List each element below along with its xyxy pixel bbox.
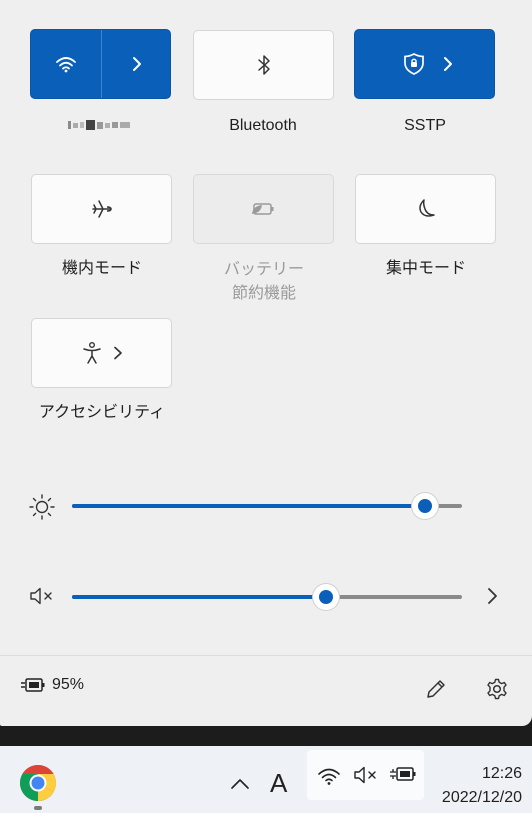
vpn-label: SSTP — [404, 117, 446, 134]
airplane-icon — [91, 200, 112, 218]
footer-divider — [0, 655, 532, 656]
quick-settings-panel: Bluetooth SSTP 機内モード バッテリー 節約機能 集中モード アク… — [0, 0, 532, 726]
bluetooth-tile[interactable] — [193, 30, 334, 100]
focus-mode-tile[interactable] — [355, 174, 496, 244]
ime-indicator[interactable]: A — [270, 768, 287, 799]
accessibility-expand-button[interactable] — [108, 319, 128, 387]
vpn-expand-button[interactable] — [433, 30, 463, 98]
wifi-network-name-obscured — [68, 120, 130, 130]
accessibility-label: アクセシビリティ — [38, 404, 166, 421]
clock-time: 12:26 — [481, 765, 522, 782]
chevron-right-icon — [444, 57, 452, 71]
volume-slider-fill — [72, 595, 326, 599]
brightness-slider-thumb[interactable] — [412, 493, 438, 519]
speaker-muted-icon — [30, 587, 52, 605]
accessibility-toggle[interactable] — [72, 319, 112, 387]
chevron-right-icon[interactable] — [485, 587, 499, 605]
chrome-taskbar-button[interactable] — [14, 760, 62, 810]
system-tray-group[interactable] — [307, 750, 424, 800]
wifi-icon — [318, 768, 340, 785]
speaker-muted-icon — [354, 766, 376, 784]
accessibility-tile[interactable] — [31, 318, 172, 388]
volume-slider[interactable] — [72, 584, 462, 610]
taskbar: A 12:26 2022/12/20 — [0, 746, 532, 813]
running-indicator — [34, 806, 42, 810]
vpn-shield-icon — [404, 53, 424, 75]
moon-icon — [418, 199, 435, 217]
accessibility-icon — [83, 342, 101, 364]
airplane-mode-tile[interactable] — [31, 174, 172, 244]
battery-status[interactable]: 95% — [20, 676, 84, 694]
brightness-slider-fill — [72, 504, 425, 508]
battery-saver-tile — [193, 174, 334, 244]
bluetooth-label: Bluetooth — [229, 117, 297, 134]
chevron-right-icon — [133, 57, 141, 71]
battery-charging-icon — [21, 678, 45, 692]
vpn-tile[interactable] — [354, 29, 495, 99]
gear-icon[interactable] — [485, 677, 509, 701]
clock-date: 2022/12/20 — [441, 789, 522, 806]
clock[interactable]: 12:26 2022/12/20 — [426, 762, 530, 810]
chevron-up-icon[interactable] — [230, 777, 250, 791]
bluetooth-icon — [257, 55, 270, 75]
wifi-icon — [56, 57, 76, 73]
chrome-icon — [19, 764, 57, 802]
volume-slider-thumb[interactable] — [313, 584, 339, 610]
focus-mode-label: 集中モード — [385, 260, 466, 277]
battery-saver-label-line2: 節約機能 — [231, 285, 296, 302]
pencil-icon[interactable] — [424, 677, 448, 701]
airplane-mode-label: 機内モード — [61, 260, 142, 277]
battery-saver-icon — [251, 203, 273, 215]
wifi-tile[interactable] — [30, 29, 171, 99]
brightness-slider[interactable] — [72, 493, 462, 519]
sun-icon — [29, 494, 55, 520]
chevron-right-icon — [114, 346, 122, 360]
battery-percentage: 95% — [52, 676, 85, 693]
battery-charging-icon — [390, 767, 416, 781]
wifi-expand-button[interactable] — [102, 30, 172, 98]
wifi-toggle[interactable] — [31, 30, 101, 98]
battery-saver-label-line1: バッテリー — [223, 261, 304, 278]
